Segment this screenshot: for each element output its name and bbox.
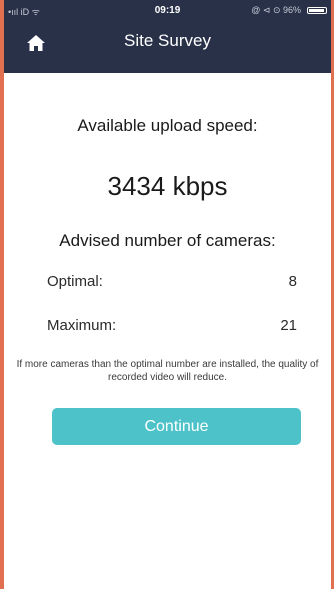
page-title: Site Survey — [124, 31, 211, 50]
status-indicators: @ ⊲ ⊙ 96% — [251, 5, 301, 15]
advised-cameras-heading: Advised number of cameras: — [59, 231, 276, 250]
continue-button[interactable]: Continue — [52, 408, 301, 445]
optimal-value: 8 — [288, 273, 297, 290]
upload-speed-value: 3434 kbps — [107, 171, 228, 201]
maximum-value: 21 — [280, 317, 297, 334]
quality-note: If more cameras than the optimal number … — [16, 359, 319, 383]
optimal-row: Optimal: 8 — [47, 273, 297, 293]
maximum-label: Maximum: — [47, 317, 117, 334]
upload-speed-label: Available upload speed: — [77, 116, 258, 135]
app-header: •ııl iD ᯤ 09:19 @ ⊲ ⊙ 96% Site Survey — [4, 0, 331, 73]
maximum-row: Maximum: 21 — [47, 317, 297, 337]
battery-icon — [307, 7, 327, 14]
site-survey-screen: •ııl iD ᯤ 09:19 @ ⊲ ⊙ 96% Site Survey Av… — [0, 0, 334, 589]
status-bar: •ııl iD ᯤ 09:19 @ ⊲ ⊙ 96% — [4, 0, 331, 22]
optimal-label: Optimal: — [47, 273, 103, 290]
